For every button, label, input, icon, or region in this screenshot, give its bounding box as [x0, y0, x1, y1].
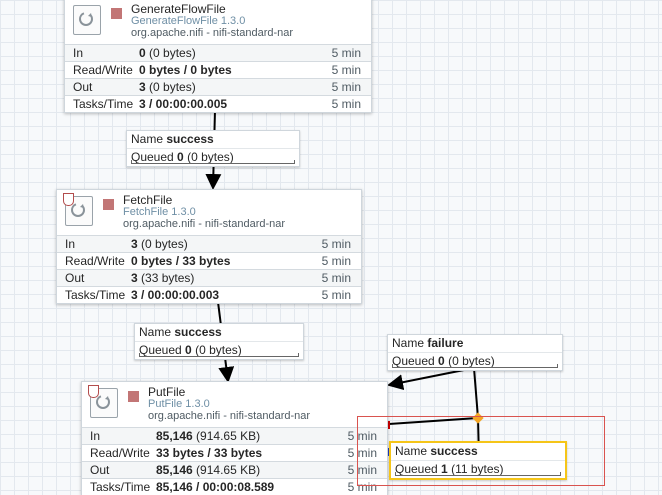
stat-row-in: In 0 (0 bytes) 5 min	[65, 44, 371, 61]
stat-row-in: In 85,146 (914.65 KB) 5 min	[82, 427, 387, 444]
processor-status-square	[111, 8, 122, 19]
stat-row-tasks: Tasks/Time 85,146 / 00:00:08.589 5 min	[82, 478, 387, 495]
processor-fetchfile[interactable]: FetchFile FetchFile 1.3.0 org.apache.nif…	[56, 189, 362, 304]
stat-row-out: Out 3 (0 bytes) 5 min	[65, 78, 371, 95]
stat-row-readwrite: Read/Write 0 bytes / 33 bytes 5 min	[57, 252, 361, 269]
processor-icon	[88, 385, 118, 418]
flow-canvas[interactable]: GenerateFlowFile GenerateFlowFile 1.3.0 …	[0, 0, 662, 495]
processor-type: FetchFile 1.3.0	[123, 206, 196, 218]
processor-bundle: org.apache.nifi - nifi-standard-nar	[148, 410, 311, 422]
processor-generateflowfile[interactable]: GenerateFlowFile GenerateFlowFile 1.3.0 …	[64, 0, 372, 113]
processor-type: GenerateFlowFile 1.3.0	[131, 15, 246, 27]
stat-row-tasks: Tasks/Time 3 / 00:00:00.003 5 min	[57, 286, 361, 303]
selection-highlight-box	[357, 416, 605, 486]
processor-name: FetchFile	[123, 193, 173, 207]
processor-status-square	[128, 391, 139, 402]
processor-icon	[73, 5, 101, 35]
connection-line-failure[interactable]	[387, 366, 479, 419]
processor-bundle: org.apache.nifi - nifi-standard-nar	[123, 218, 286, 230]
stat-row-tasks: Tasks/Time 3 / 00:00:00.005 5 min	[65, 95, 371, 112]
processor-putfile[interactable]: PutFile PutFile 1.3.0 org.apache.nifi - …	[81, 381, 388, 495]
stat-row-readwrite: Read/Write 33 bytes / 33 bytes 5 min	[82, 444, 387, 461]
connection-label-success-2[interactable]: Name success Queued 0 (0 bytes)	[134, 323, 304, 360]
stat-row-out: Out 85,146 (914.65 KB) 5 min	[82, 461, 387, 478]
processor-icon	[63, 193, 93, 226]
processor-type: PutFile 1.3.0	[148, 398, 210, 410]
connection-label-failure[interactable]: Name failure Queued 0 (0 bytes)	[387, 334, 563, 371]
processor-name: PutFile	[148, 385, 186, 399]
processor-status-square	[103, 199, 114, 210]
stat-row-readwrite: Read/Write 0 bytes / 0 bytes 5 min	[65, 61, 371, 78]
stat-row-in: In 3 (0 bytes) 5 min	[57, 235, 361, 252]
stat-row-out: Out 3 (33 bytes) 5 min	[57, 269, 361, 286]
processor-bundle: org.apache.nifi - nifi-standard-nar	[131, 27, 294, 39]
processor-name: GenerateFlowFile	[131, 2, 226, 16]
connection-label-success-1[interactable]: Name success Queued 0 (0 bytes)	[126, 130, 300, 167]
